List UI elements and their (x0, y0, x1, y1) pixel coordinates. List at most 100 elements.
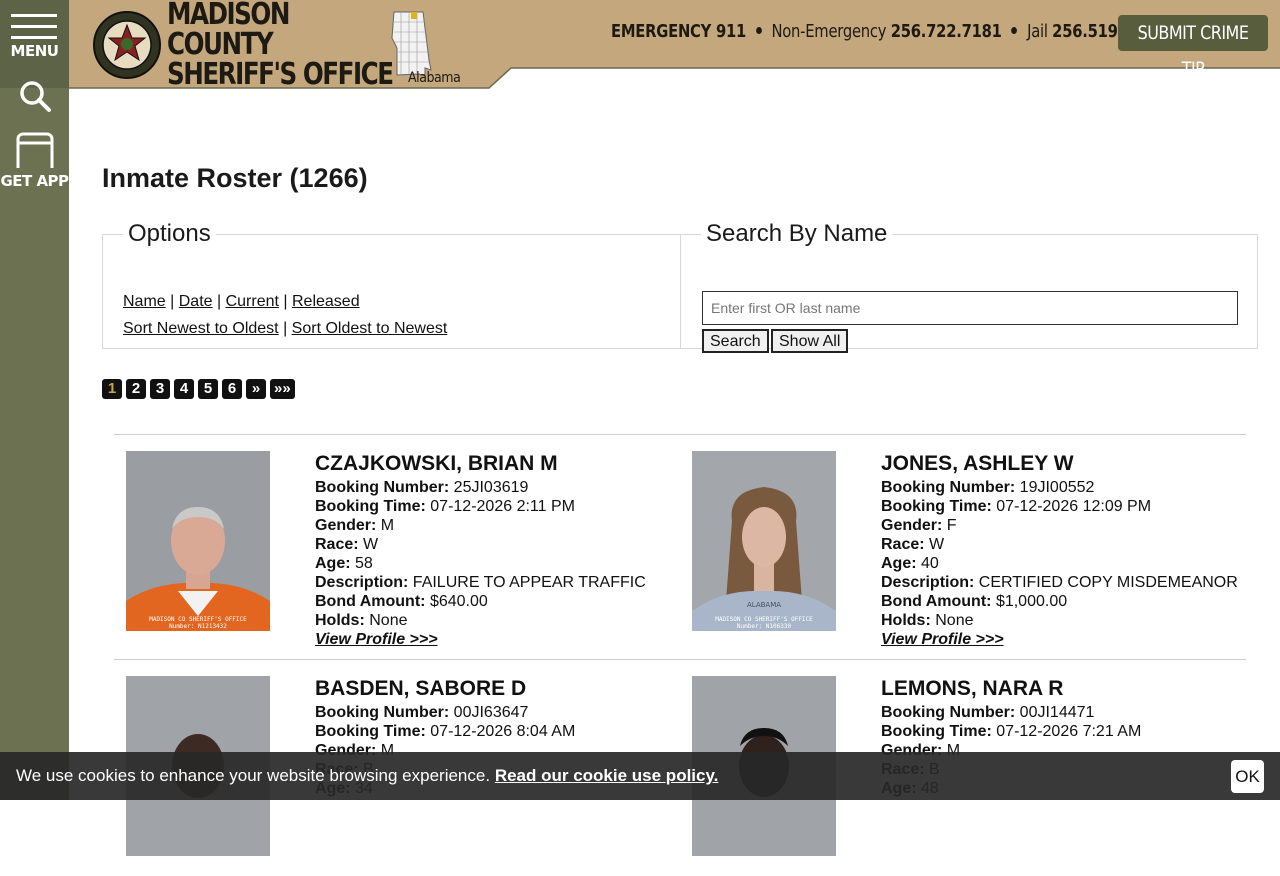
name-search-input[interactable] (702, 291, 1238, 325)
filter-released-link[interactable]: Released (292, 293, 360, 310)
sort-by-date-link[interactable]: Date (179, 293, 213, 310)
photo-number: Number: N106330 (737, 623, 792, 630)
submit-crime-tip-button[interactable]: SUBMIT CRIME TIP (1118, 15, 1268, 80)
get-app-link[interactable]: GET APP (0, 172, 69, 190)
inmate-info: JONES, ASHLEY W Booking Number: 19JI0055… (881, 451, 1261, 649)
page-link-3[interactable]: 3 (150, 379, 170, 399)
race-row: Race: W (881, 535, 1261, 554)
filter-current-link[interactable]: Current (226, 293, 279, 310)
sheriff-seal-logo[interactable] (92, 10, 162, 80)
submit-crime-tip-label: SUBMIT CRIME TIP (1137, 22, 1249, 80)
booking-time-label: Booking Time: (315, 498, 426, 515)
phone-app-icon[interactable] (16, 132, 54, 168)
description-value: FAILURE TO APPEAR TRAFFIC (412, 574, 646, 591)
nonemergency-number[interactable]: 256.722.7181 (891, 21, 1002, 42)
alabama-label: Alabama (408, 70, 461, 86)
inmate-name[interactable]: JONES, ASHLEY W (881, 451, 1261, 477)
view-profile-link[interactable]: View Profile >>> (881, 630, 1261, 649)
page-link-4[interactable]: 4 (174, 379, 194, 399)
inmate-name[interactable]: CZAJKOWSKI, BRIAN M (315, 451, 695, 477)
order-links: Sort Newest to Oldest | Sort Oldest to N… (123, 320, 448, 337)
page-link-5[interactable]: 5 (198, 379, 218, 399)
title-line-2: COUNTY (167, 27, 274, 62)
divider (114, 434, 1246, 435)
title-line-3: SHERIFF'S OFFICE (167, 57, 394, 92)
view-profile-link[interactable]: View Profile >>> (315, 630, 695, 649)
booking-number-row: Booking Number: 00JI63647 (315, 703, 695, 722)
pagination: 1 2 3 4 5 6 » »» (102, 379, 295, 399)
sort-oldest-link[interactable]: Sort Oldest to Newest (292, 320, 448, 337)
page-link-6[interactable]: 6 (222, 379, 242, 399)
show-all-button[interactable]: Show All (771, 329, 849, 353)
holds-row: Holds: None (315, 611, 695, 630)
gender-row: Gender: M (315, 516, 695, 535)
holds-value: None (369, 612, 408, 629)
booking-time-label: Booking Time: (881, 498, 992, 515)
booking-number-value: 19JI00552 (1019, 479, 1095, 496)
booking-number-row: Booking Number: 25JI03619 (315, 478, 695, 497)
search-button[interactable]: Search (702, 329, 769, 353)
inmate-name[interactable]: BASDEN, SABORE D (315, 676, 695, 702)
booking-number-label: Booking Number: (315, 704, 450, 721)
age-label: Age: (881, 555, 917, 572)
booking-number-label: Booking Number: (881, 479, 1016, 496)
race-value: W (363, 536, 379, 553)
last-page-link[interactable]: »» (270, 379, 295, 399)
booking-number-label: Booking Number: (315, 479, 450, 496)
booking-number-label: Booking Number: (881, 704, 1016, 721)
jail-label: Jail (1027, 21, 1048, 42)
booking-time-label: Booking Time: (315, 723, 426, 740)
photo-caption: MADISON CO SHERIFF'S OFFICE (149, 616, 247, 623)
booking-number-value: 00JI63647 (453, 704, 529, 721)
race-row: Race: W (315, 535, 695, 554)
menu-button[interactable]: MENU (0, 0, 69, 88)
sort-newest-link[interactable]: Sort Newest to Oldest (123, 320, 279, 337)
bond-amount-value: $1,000.00 (995, 593, 1068, 610)
shirt-text: ALABAMA (747, 601, 781, 609)
inmate-photo[interactable]: MADISON CO SHERIFF'S OFFICE Number: N121… (126, 451, 270, 631)
cookie-ok-button[interactable]: OK (1231, 760, 1264, 793)
gender-value: F (946, 517, 957, 534)
sheriff-office-title[interactable]: MADISON COUNTY SHERIFF'S OFFICE (167, 0, 394, 92)
sort-by-name-link[interactable]: Name (123, 293, 166, 310)
holds-value: None (935, 612, 974, 629)
gender-value: M (380, 517, 395, 534)
contact-numbers: EMERGENCY 911 Non-Emergency 256.722.7181 J… (611, 21, 1163, 42)
inmate-photo[interactable]: ALABAMA MADISON CO SHERIFF'S OFFICE Numb… (692, 451, 836, 631)
emergency-label[interactable]: EMERGENCY 911 (611, 21, 746, 42)
booking-time-row: Booking Time: 07-12-2026 7:21 AM (881, 722, 1261, 741)
cookie-text: We use cookies to enhance your website b… (16, 766, 718, 786)
age-row: Age: 40 (881, 554, 1261, 573)
description-label: Description: (315, 574, 409, 591)
race-label: Race: (315, 536, 359, 553)
description-row: Description: FAILURE TO APPEAR TRAFFIC (315, 573, 695, 592)
search-panel: Search By Name Search Show All (680, 220, 1258, 353)
photo-caption: MADISON CO SHERIFF'S OFFICE (715, 616, 813, 623)
bond-amount-label: Bond Amount: (315, 593, 426, 610)
search-icon[interactable] (18, 79, 52, 113)
cookie-policy-link[interactable]: Read our cookie use policy. (495, 766, 719, 785)
booking-number-row: Booking Number: 00JI14471 (881, 703, 1261, 722)
booking-time-row: Booking Time: 07-12-2026 8:04 AM (315, 722, 695, 741)
description-row: Description: CERTIFIED COPY MISDEMEANOR (881, 573, 1261, 592)
booking-time-value: 07-12-2026 7:21 AM (996, 723, 1142, 740)
next-page-link[interactable]: » (246, 379, 266, 399)
age-value: 40 (921, 555, 939, 572)
title-line-1: MADISON (167, 0, 290, 32)
booking-number-value: 00JI14471 (1019, 704, 1095, 721)
inmate-info: CZAJKOWSKI, BRIAN M Booking Number: 25JI… (315, 451, 695, 649)
site-header: MADISON COUNTY SHERIFF'S OFFICE Alabama … (69, 0, 1280, 92)
age-row: Age: 58 (315, 554, 695, 573)
age-label: Age: (315, 555, 351, 572)
page-link-1[interactable]: 1 (102, 379, 122, 399)
cookie-banner: We use cookies to enhance your website b… (0, 752, 1280, 800)
booking-time-row: Booking Time: 07-12-2026 12:09 PM (881, 497, 1261, 516)
booking-number-row: Booking Number: 19JI00552 (881, 478, 1261, 497)
page-link-2[interactable]: 2 (126, 379, 146, 399)
age-value: 58 (355, 555, 373, 572)
inmate-name[interactable]: LEMONS, NARA R (881, 676, 1261, 702)
race-value: W (929, 536, 945, 553)
inmate-card: ALABAMA MADISON CO SHERIFF'S OFFICE Numb… (692, 451, 1238, 651)
options-panel: Options Name | Date | Current | Released… (102, 220, 681, 349)
bond-amount-row: Bond Amount: $1,000.00 (881, 592, 1261, 611)
